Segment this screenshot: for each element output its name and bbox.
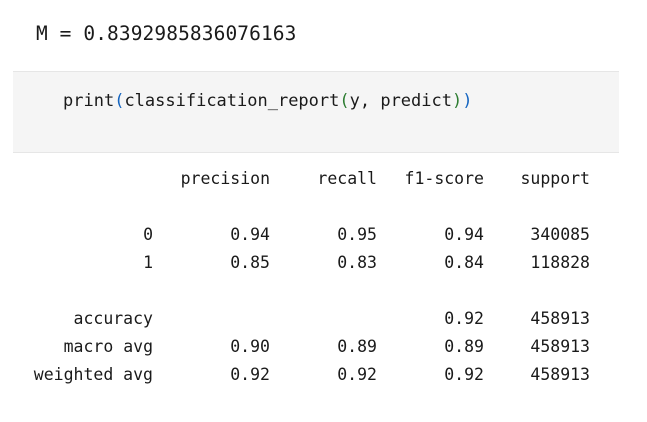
row-recall: 0.89: [337, 337, 377, 356]
row-support: 118828: [530, 253, 590, 272]
row-label: macro avg: [63, 337, 153, 356]
row-support: 458913: [530, 365, 590, 384]
row-f1-score: 0.94: [444, 225, 484, 244]
header-support: support: [520, 169, 590, 188]
row-f1-score: 0.92: [444, 365, 484, 384]
row-label: accuracy: [73, 309, 153, 328]
header-f1-score: f1-score: [404, 169, 484, 188]
row-label: 1: [143, 253, 153, 272]
row-precision: 0.94: [230, 225, 270, 244]
row-f1-score: 0.92: [444, 309, 484, 328]
classification-report-output: precision recall f1-score support 0 0.94…: [0, 0, 647, 422]
row-precision: 0.85: [230, 253, 270, 272]
row-f1-score: 0.84: [444, 253, 484, 272]
row-precision: 0.92: [230, 365, 270, 384]
row-support: 340085: [530, 225, 590, 244]
header-precision: precision: [180, 169, 270, 188]
row-label: 0: [143, 225, 153, 244]
row-recall: 0.95: [337, 225, 377, 244]
row-support: 458913: [530, 337, 590, 356]
row-label: weighted avg: [33, 365, 153, 384]
row-precision: 0.90: [230, 337, 270, 356]
row-recall: 0.83: [337, 253, 377, 272]
row-recall: 0.92: [337, 365, 377, 384]
row-support: 458913: [530, 309, 590, 328]
row-f1-score: 0.89: [444, 337, 484, 356]
header-recall: recall: [317, 169, 377, 188]
